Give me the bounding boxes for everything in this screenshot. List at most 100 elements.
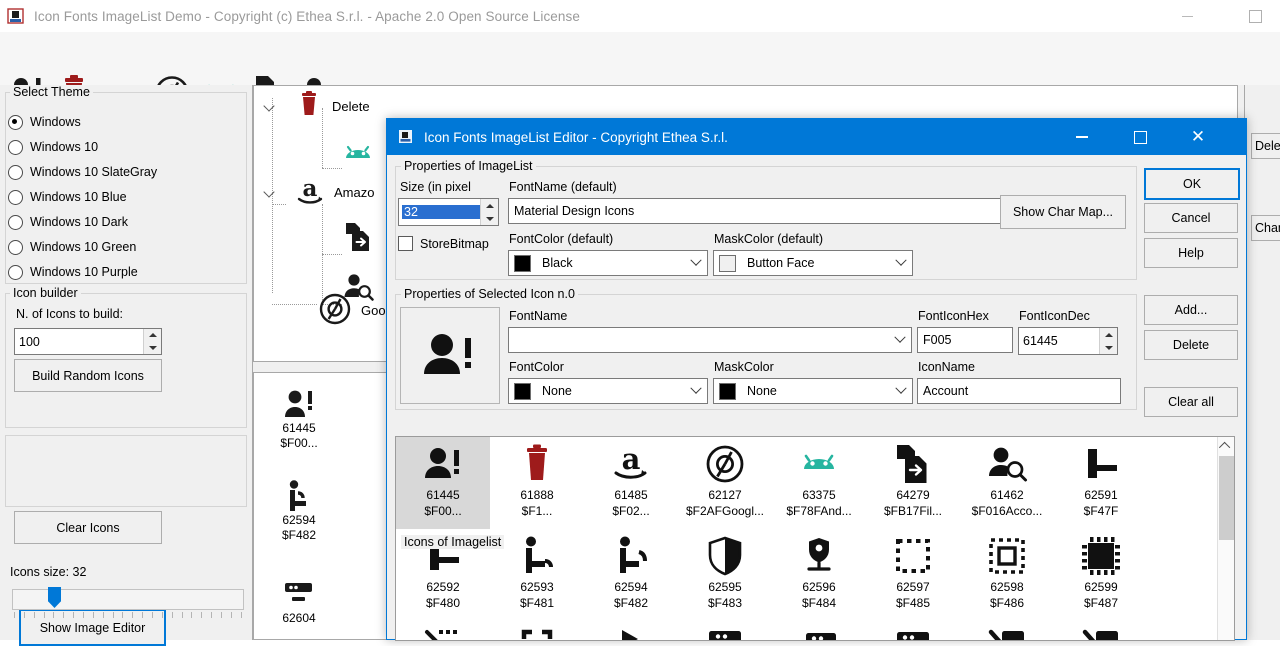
theme-radio-windows[interactable]: Windows xyxy=(8,110,81,134)
icons-grid[interactable]: 61445 $F00... 61888 $F1... a xyxy=(395,436,1235,641)
grid-item[interactable] xyxy=(584,621,678,641)
grid-item[interactable]: 61462 $F016Acco... xyxy=(960,437,1054,529)
stepper-down-button[interactable] xyxy=(144,342,161,355)
right-change-button[interactable]: Chan xyxy=(1251,215,1280,241)
scroll-up-button[interactable] xyxy=(1218,437,1234,454)
sel-fontname-combo[interactable] xyxy=(508,327,912,353)
stepper-up-button[interactable] xyxy=(144,329,161,342)
fontname-default-combo[interactable]: Material Design Icons xyxy=(508,198,1027,224)
grid-item-dec: 64279 xyxy=(896,487,929,503)
clear-all-button[interactable]: Clear all xyxy=(1144,387,1238,417)
svg-text:a: a xyxy=(303,175,318,202)
chevron-down-icon[interactable] xyxy=(685,259,707,267)
grid-item[interactable] xyxy=(866,621,960,641)
theme-radio-windows-10[interactable]: Windows 10 xyxy=(8,135,98,159)
tree-node-file-move[interactable] xyxy=(342,214,382,262)
grid-item[interactable]: 62598 $F486 xyxy=(960,529,1054,621)
grid-item[interactable]: 63375 $F78FAnd... xyxy=(772,437,866,529)
radio-icon xyxy=(8,115,23,130)
grid-item[interactable]: 64279 $FB17Fil... xyxy=(866,437,960,529)
sel-maskcolor-combo[interactable]: None xyxy=(713,378,913,404)
main-minimize-button[interactable] xyxy=(1164,0,1210,32)
chevron-down-icon[interactable] xyxy=(889,336,911,344)
stepper-up-button[interactable] xyxy=(481,199,498,212)
fontcolor-default-combo[interactable]: Black xyxy=(508,250,708,276)
grid-item[interactable] xyxy=(772,621,866,641)
sel-maskcolor-label: MaskColor xyxy=(714,360,774,374)
sel-fonticonhex-input[interactable]: F005 xyxy=(917,327,1013,353)
grid-item[interactable]: 62127 $F2AFGoogl... xyxy=(678,437,772,529)
dialog-close-button[interactable]: ✕ xyxy=(1175,119,1221,155)
main-maximize-button[interactable] xyxy=(1232,0,1278,32)
grid-item[interactable]: 62595 $F483 xyxy=(678,529,772,621)
cancel-button[interactable]: Cancel xyxy=(1144,203,1238,233)
theme-radio-windows-10-dark[interactable]: Windows 10 Dark xyxy=(8,210,128,234)
grid-item[interactable]: a 61485 $F02... xyxy=(584,437,678,529)
list-item[interactable]: 61445 $F00... xyxy=(268,381,330,451)
grid-item[interactable]: 62591 $F47F xyxy=(1054,437,1148,529)
grid-item[interactable]: 62597 $F485 xyxy=(866,529,960,621)
list-item[interactable]: 62604 xyxy=(268,571,330,626)
icons-size-slider[interactable] xyxy=(12,589,244,610)
stepper-arrows[interactable] xyxy=(1099,328,1117,354)
right-delete-button[interactable]: Dele xyxy=(1251,133,1280,159)
tree-node-amazon[interactable]: a Amazo xyxy=(264,168,374,216)
stepper-arrows[interactable] xyxy=(143,329,161,354)
theme-radio-windows-10-green[interactable]: Windows 10 Green xyxy=(8,235,136,259)
grid-item[interactable]: 62594 $F482 xyxy=(584,529,678,621)
sel-fontcolor-combo[interactable]: None xyxy=(508,378,708,404)
chevron-down-icon[interactable] xyxy=(890,259,912,267)
dialog-minimize-button[interactable] xyxy=(1059,119,1105,155)
tree-node-delete[interactable]: Delete xyxy=(264,82,370,130)
grid-icon-google-chrome xyxy=(704,441,746,487)
chevron-down-icon[interactable] xyxy=(890,387,912,395)
chevron-down-icon[interactable] xyxy=(685,387,707,395)
theme-radio-windows-10-purple[interactable]: Windows 10 Purple xyxy=(8,260,138,284)
icons-grid-scrollbar[interactable] xyxy=(1217,437,1234,641)
maskcolor-default-combo[interactable]: Button Face xyxy=(713,250,913,276)
sel-fonticondec-stepper[interactable]: 61445 xyxy=(1018,327,1118,355)
delete-button[interactable]: Delete xyxy=(1144,330,1238,360)
grid-item[interactable] xyxy=(678,621,772,641)
build-random-icons-button[interactable]: Build Random Icons xyxy=(14,359,162,392)
dialog-maximize-button[interactable] xyxy=(1117,119,1163,155)
grid-item[interactable] xyxy=(1054,621,1148,641)
help-button[interactable]: Help xyxy=(1144,238,1238,268)
grid-item[interactable]: 61888 $F1... xyxy=(490,437,584,529)
main-window-title: Icon Fonts ImageList Demo - Copyright (c… xyxy=(34,9,580,24)
add-button[interactable]: Add... xyxy=(1144,295,1238,325)
grid-icon-select-all xyxy=(986,533,1028,579)
sel-iconname-input[interactable]: Account xyxy=(917,378,1121,404)
radio-icon xyxy=(8,190,23,205)
svg-text:a: a xyxy=(622,443,641,476)
grid-item[interactable]: 61445 $F00... xyxy=(396,437,490,529)
theme-radio-windows-10-blue[interactable]: Windows 10 Blue xyxy=(8,185,127,209)
grid-item[interactable]: 62599 $F487 xyxy=(1054,529,1148,621)
ok-button[interactable]: OK xyxy=(1144,168,1240,200)
fontcolor-default-label: FontColor (default) xyxy=(509,232,613,246)
grid-item[interactable] xyxy=(960,621,1054,641)
selected-icon-properties-title: Properties of Selected Icon n.0 xyxy=(401,287,578,301)
icon-count-stepper[interactable]: 100 xyxy=(14,328,162,355)
maskcolor-default-value: Button Face xyxy=(742,256,890,270)
stepper-down-button[interactable] xyxy=(1100,341,1117,354)
theme-radio-windows-10-slategray[interactable]: Windows 10 SlateGray xyxy=(8,160,157,184)
grid-item[interactable] xyxy=(490,621,584,641)
stepper-arrows[interactable] xyxy=(480,199,498,225)
grid-item[interactable]: 62596 $F484 xyxy=(772,529,866,621)
store-bitmap-checkbox[interactable]: StoreBitmap xyxy=(398,236,489,251)
icons-grid-title: Icons of Imagelist xyxy=(401,535,504,549)
grid-item-dec: 62127 xyxy=(708,487,741,503)
grid-item[interactable] xyxy=(396,621,490,641)
list-item[interactable]: 62594 $F482 xyxy=(268,473,330,543)
chevron-down-icon[interactable] xyxy=(264,100,276,112)
size-stepper[interactable]: 32 xyxy=(398,198,499,226)
show-char-map-button[interactable]: Show Char Map... xyxy=(1000,195,1126,229)
stepper-up-button[interactable] xyxy=(1100,328,1117,341)
tree-node-icon-android xyxy=(342,138,374,171)
clear-icons-button[interactable]: Clear Icons xyxy=(14,511,162,544)
stepper-down-button[interactable] xyxy=(481,212,498,225)
chevron-down-icon[interactable] xyxy=(264,186,276,198)
dialog-titlebar: Icon Fonts ImageList Editor - Copyright … xyxy=(387,119,1246,155)
scrollbar-thumb[interactable] xyxy=(1219,456,1234,540)
